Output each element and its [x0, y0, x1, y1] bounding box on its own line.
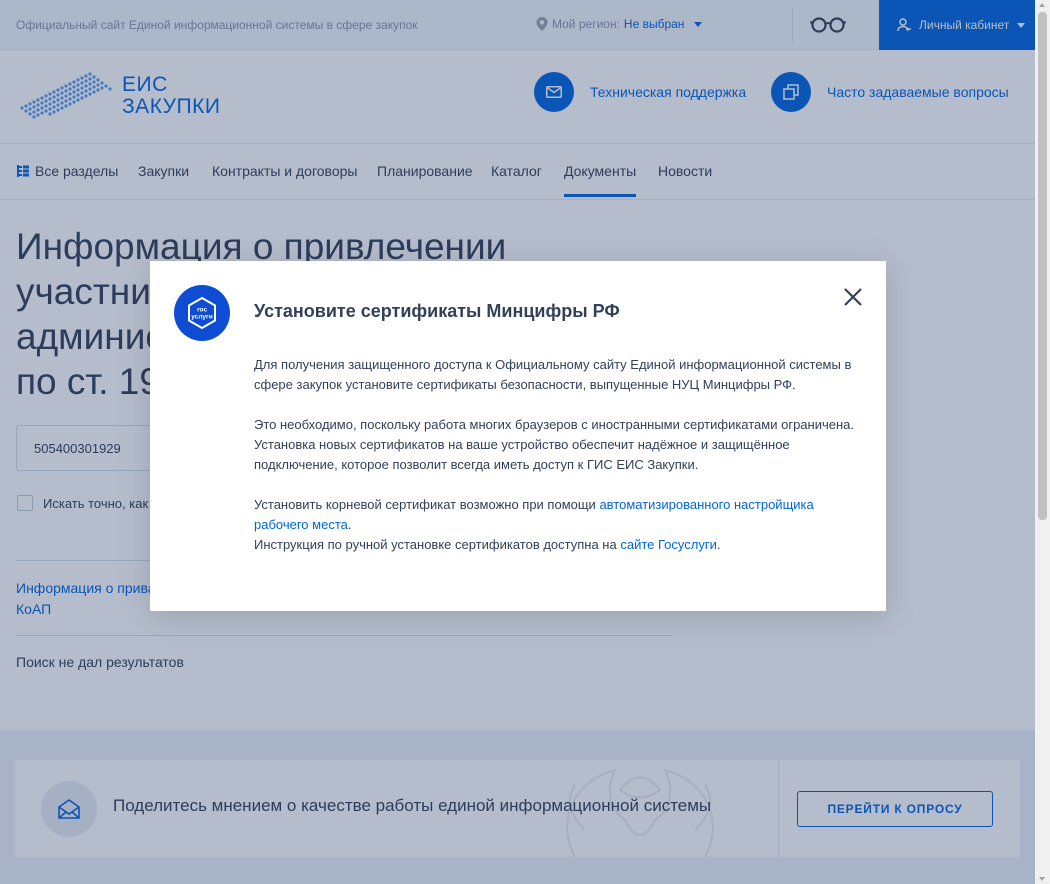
modal-body: Для получения защищенного доступа к Офиц…: [254, 355, 854, 555]
close-icon[interactable]: [842, 286, 864, 308]
modal-paragraph: Для получения защищенного доступа к Офиц…: [254, 357, 852, 392]
gosuslugi-logo-text-line1: гос: [197, 307, 208, 314]
gosuslugi-logo-text-line2: услуги: [191, 314, 212, 321]
gosuslugi-logo: гос услуги: [174, 285, 230, 341]
scrollbar-thumb[interactable]: [1038, 12, 1047, 520]
modal-title: Установите сертификаты Минцифры РФ: [254, 301, 620, 321]
scroll-up-arrow-icon[interactable]: [1039, 3, 1045, 7]
modal-text: .: [716, 537, 721, 552]
modal-text: Установить корневой сертификат возможно …: [254, 497, 600, 512]
page-scrollbar[interactable]: [1035, 0, 1050, 884]
modal-text: Инструкция по ручной установке сертифика…: [254, 537, 621, 552]
modal-paragraph: Это необходимо, поскольку работа многих …: [254, 417, 854, 472]
page: Официальный сайт Единой информационной с…: [0, 0, 1035, 884]
modal-text: .: [347, 517, 352, 532]
modal-paragraph: Установить корневой сертификат возможно …: [254, 495, 854, 535]
modal-paragraph: Инструкция по ручной установке сертифика…: [254, 535, 854, 555]
scroll-down-arrow-icon[interactable]: [1039, 877, 1045, 881]
gosuslugi-site-link[interactable]: сайте Госуслуги: [620, 537, 716, 552]
certificates-modal: гос услуги Установите сертификаты Минциф…: [150, 261, 886, 611]
